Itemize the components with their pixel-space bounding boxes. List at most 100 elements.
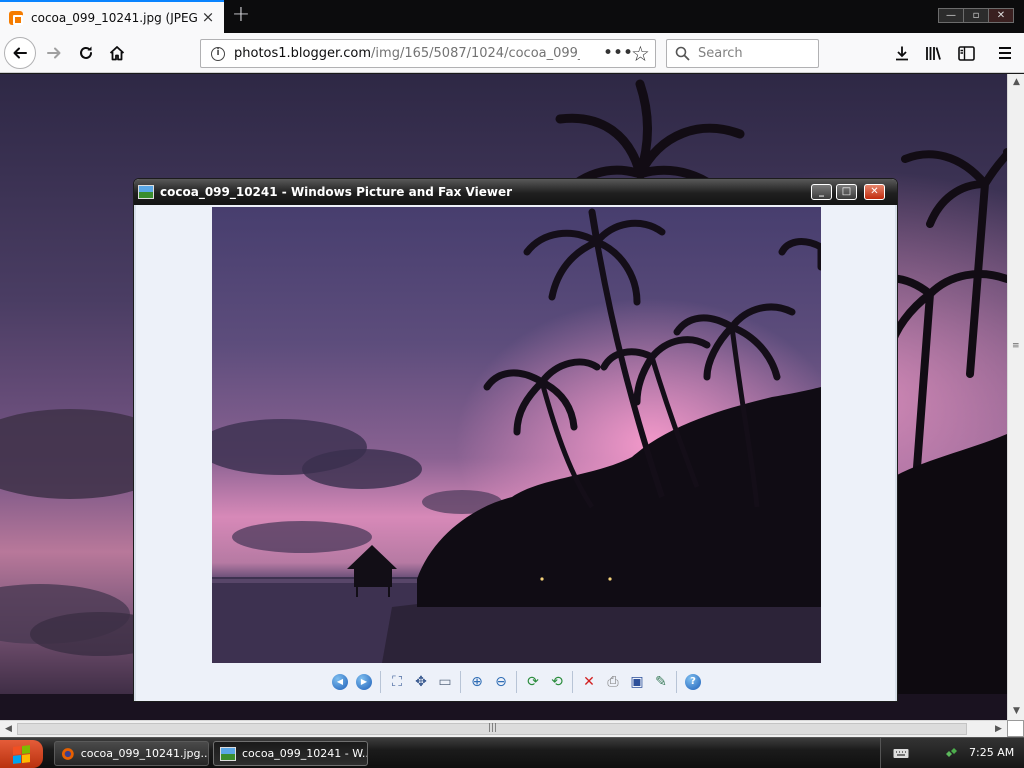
viewer-title-bar[interactable]: cocoa_099_10241 - Windows Picture and Fa… — [134, 179, 897, 205]
help-button[interactable]: ? — [684, 673, 702, 691]
library-icon — [926, 47, 941, 60]
url-path: /img/165/5087/1024/cocoa_099_10241.jpg — [371, 46, 580, 61]
viewer-toolbar: ◀ ▶ ⛶ ✥ ▭ ⊕ ⊖ ⟳ ⟲ ✕ ⎙ ▣ ✎ ? — [136, 665, 895, 701]
rotate-counterclockwise-icon: ⟲ — [551, 674, 563, 690]
save-copy-button[interactable]: ▣ — [628, 673, 646, 691]
firefox-task-icon — [61, 747, 74, 760]
vertical-scroll-grip-icon[interactable]: ≡ — [1012, 342, 1020, 351]
floppy-disk-icon: ▣ — [630, 674, 644, 690]
zoom-in-button[interactable]: ⊕ — [468, 673, 486, 691]
picture-viewer-window: cocoa_099_10241 - Windows Picture and Fa… — [133, 178, 898, 702]
home-button[interactable] — [101, 37, 133, 69]
network-status-icon[interactable] — [943, 745, 959, 761]
url-bar[interactable]: i photos1.blogger.com/img/165/5087/1024/… — [200, 39, 656, 68]
browser-minimize-button[interactable]: — — [938, 8, 964, 23]
taskbar-item-picture-viewer[interactable]: cocoa_099_10241 - W... — [213, 741, 368, 766]
download-icon — [896, 46, 908, 61]
navigation-toolbar: i photos1.blogger.com/img/165/5087/1024/… — [0, 33, 1024, 73]
clock[interactable]: 7:25 AM — [969, 746, 1014, 759]
toolbar-separator — [380, 671, 381, 693]
reload-button[interactable] — [70, 37, 102, 69]
windows-logo-icon — [13, 744, 30, 764]
viewer-maximize-button[interactable]: □ — [836, 184, 857, 200]
viewer-photo — [212, 207, 821, 663]
previous-image-button[interactable]: ◀ — [331, 673, 349, 691]
sidebar-button[interactable] — [950, 37, 982, 69]
new-tab-button[interactable]: + — [230, 4, 252, 27]
toolbar-separator — [572, 671, 573, 693]
actual-size-icon: ✥ — [415, 674, 427, 690]
search-bar[interactable]: Search — [666, 39, 819, 68]
tab-active[interactable]: cocoa_099_10241.jpg (JPEG Image, 1024 × … — [0, 0, 224, 33]
picture-viewer-task-icon — [220, 746, 236, 761]
taskbar-item-label: cocoa_099_10241.jpg... — [80, 747, 208, 760]
toolbar-separator — [460, 671, 461, 693]
delete-icon: ✕ — [583, 674, 595, 690]
blogger-favicon-icon — [9, 10, 23, 25]
page-actions-menu-icon[interactable]: ••• — [603, 44, 633, 62]
tab-strip: cocoa_099_10241.jpg (JPEG Image, 1024 × … — [0, 0, 1024, 33]
best-fit-icon: ⛶ — [392, 674, 402, 690]
scroll-right-icon[interactable]: ▶ — [990, 721, 1007, 738]
viewer-close-button[interactable]: ✕ — [864, 184, 885, 200]
tab-title: cocoa_099_10241.jpg (JPEG Image, 1024 × … — [31, 10, 197, 25]
viewer-canvas — [136, 205, 895, 675]
slide-show-icon: ▭ — [438, 674, 452, 690]
tab-close-icon[interactable]: × — [200, 9, 216, 25]
next-image-button[interactable]: ▶ — [355, 673, 373, 691]
edit-image-icon: ✎ — [655, 674, 667, 690]
vertical-scrollbar[interactable]: ▲ ≡ ▼ — [1007, 74, 1024, 720]
forward-button[interactable] — [38, 37, 70, 69]
browser-restore-button[interactable]: ▫ — [963, 8, 989, 23]
slide-show-button[interactable]: ▭ — [436, 673, 454, 691]
viewer-minimize-button[interactable]: _ — [811, 184, 832, 200]
hamburger-menu-icon — [999, 47, 1011, 59]
back-button[interactable] — [4, 37, 36, 69]
scroll-left-icon[interactable]: ◀ — [0, 721, 17, 738]
zoom-out-icon: ⊖ — [495, 674, 507, 690]
zoom-in-icon: ⊕ — [471, 674, 483, 690]
forward-arrow-icon — [47, 47, 61, 59]
rotate-clockwise-icon: ⟳ — [527, 674, 539, 690]
toolbar-separator — [516, 671, 517, 693]
actual-size-button[interactable]: ✥ — [412, 673, 430, 691]
best-fit-button[interactable]: ⛶ — [388, 673, 406, 691]
url-text: photos1.blogger.com/img/165/5087/1024/co… — [234, 46, 580, 61]
taskbar: cocoa_099_10241.jpg... cocoa_099_10241 -… — [0, 737, 1024, 768]
horizontal-scroll-grip-icon[interactable]: ||| — [488, 724, 497, 733]
search-input: Search — [698, 46, 743, 61]
help-icon: ? — [685, 674, 701, 690]
taskbar-item-firefox[interactable]: cocoa_099_10241.jpg... — [54, 741, 209, 766]
previous-image-icon: ◀ — [332, 674, 348, 690]
taskbar-item-label: cocoa_099_10241 - W... — [242, 747, 367, 760]
url-host: photos1.blogger.com — [234, 46, 372, 61]
zoom-out-button[interactable]: ⊖ — [492, 673, 510, 691]
keyboard-icon[interactable] — [893, 747, 909, 759]
start-button[interactable] — [0, 740, 43, 768]
print-button[interactable]: ⎙ — [604, 673, 622, 691]
downloads-button[interactable] — [886, 37, 918, 69]
edit-image-button[interactable]: ✎ — [652, 673, 670, 691]
back-arrow-icon — [13, 47, 27, 59]
scroll-up-icon[interactable]: ▲ — [1008, 74, 1024, 91]
horizontal-scrollbar[interactable]: ◀ ||| ▶ — [0, 720, 1007, 737]
rotate-counterclockwise-button[interactable]: ⟲ — [548, 673, 566, 691]
printer-icon: ⎙ — [607, 674, 619, 690]
home-icon — [109, 46, 125, 61]
search-icon — [675, 46, 690, 61]
delete-button[interactable]: ✕ — [580, 673, 598, 691]
screen: cocoa_099_10241.jpg (JPEG Image, 1024 × … — [0, 0, 1024, 768]
viewer-sunset-photo — [212, 207, 821, 663]
viewer-title: cocoa_099_10241 - Windows Picture and Fa… — [160, 185, 513, 199]
sidebar-icon — [957, 45, 975, 61]
bookmark-star-icon[interactable]: ☆ — [631, 41, 650, 67]
rotate-clockwise-button[interactable]: ⟳ — [524, 673, 542, 691]
library-button[interactable] — [918, 37, 950, 69]
app-menu-button[interactable] — [989, 37, 1021, 69]
site-info-icon[interactable]: i — [211, 46, 225, 61]
scroll-down-icon[interactable]: ▼ — [1008, 703, 1024, 720]
picture-viewer-app-icon — [138, 185, 154, 199]
browser-close-button[interactable]: ✕ — [988, 8, 1014, 23]
toolbar-separator — [676, 671, 677, 693]
system-tray: 7:25 AM — [880, 738, 1024, 768]
